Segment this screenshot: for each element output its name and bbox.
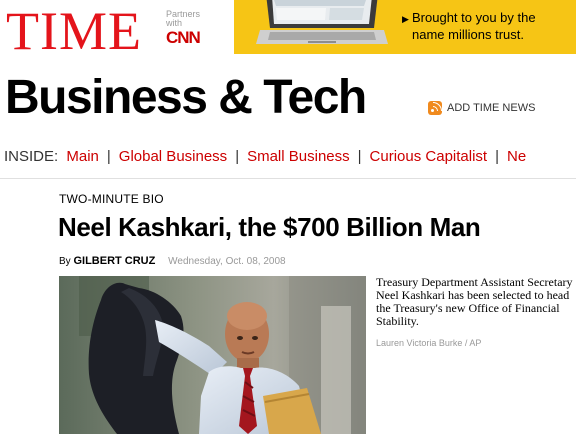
nav-link-small-business[interactable]: Small Business: [247, 148, 350, 165]
article-kicker[interactable]: TWO-MINUTE BIO: [59, 192, 164, 206]
nav-separator: |: [495, 148, 499, 165]
advertisement-banner[interactable]: ▶ Brought to you by the name millions tru…: [234, 0, 576, 54]
rss-icon[interactable]: [428, 101, 442, 115]
inside-nav: INSIDE: Main | Global Business | Small Busin…: [4, 148, 576, 166]
triangle-right-icon: ▶: [402, 14, 409, 24]
partners-badge[interactable]: Partners with CNN: [166, 10, 226, 47]
laptop-image: [256, 0, 388, 44]
nav-separator: |: [235, 148, 240, 165]
partners-with-label: with: [166, 18, 183, 28]
article-headline[interactable]: Neel Kashkari, the $700 Billion Man: [58, 210, 481, 244]
ad-line-2: name millions trust.: [412, 27, 524, 42]
nav-link-ne[interactable]: Ne: [507, 148, 526, 165]
nav-link-main[interactable]: Main: [66, 148, 99, 165]
photo-credit: Lauren Victoria Burke / AP: [376, 338, 482, 348]
author-link[interactable]: GILBERT CRUZ: [73, 255, 155, 267]
nav-separator: |: [106, 148, 111, 165]
byline: By GILBERT CRUZ Wednesday, Oct. 08, 2008: [59, 255, 286, 268]
nav-link-global-business[interactable]: Global Business: [119, 148, 227, 165]
ad-line-1: Brought to you by the: [412, 10, 536, 25]
article-photo: [59, 276, 366, 434]
add-time-news-link[interactable]: ADD TIME NEWS: [447, 101, 535, 115]
publish-date: Wednesday, Oct. 08, 2008: [168, 256, 286, 267]
nav-divider: [0, 178, 576, 179]
photo-caption: Treasury Department Assistant Secretary …: [376, 275, 573, 328]
nav-link-curious-capitalist[interactable]: Curious Capitalist: [370, 148, 488, 165]
cnn-logo[interactable]: CNN: [166, 29, 226, 47]
section-title: Business & Tech: [5, 71, 367, 124]
byline-prefix: By: [59, 256, 71, 267]
time-logo[interactable]: TIME: [6, 4, 142, 58]
inside-label: INSIDE:: [4, 148, 59, 165]
nav-separator: |: [357, 148, 362, 165]
